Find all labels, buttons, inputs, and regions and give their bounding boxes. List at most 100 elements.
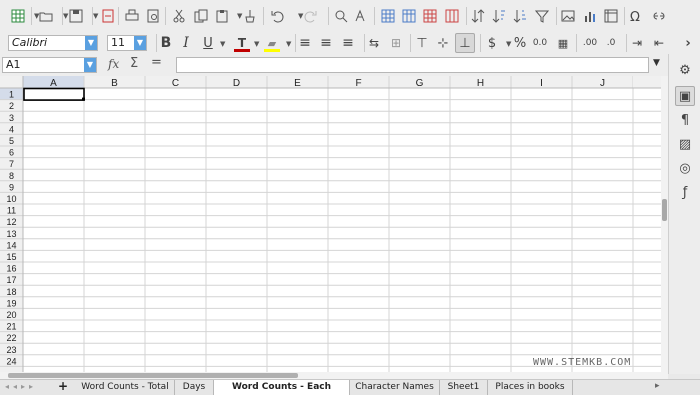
sheet-tab[interactable]: Word Counts - Total: [76, 380, 175, 395]
font-name-box[interactable]: Calibri ▼: [8, 35, 98, 51]
row-header-16[interactable]: 16: [6, 264, 16, 274]
column-header-i[interactable]: I: [540, 78, 543, 89]
row-header-23[interactable]: 23: [6, 345, 16, 355]
row-header-20[interactable]: 20: [6, 310, 16, 320]
chevron-down-icon[interactable]: ▼: [254, 40, 259, 48]
pivot-table-icon[interactable]: [601, 6, 621, 26]
tab-navigation-icons[interactable]: ◂◂▸▸: [5, 382, 37, 391]
sort-ascending-icon[interactable]: [489, 6, 509, 26]
selected-cell-cursor[interactable]: [23, 87, 85, 101]
sort-icon[interactable]: [468, 6, 488, 26]
remove-decimal-icon[interactable]: .0: [601, 33, 621, 53]
special-character-icon[interactable]: Ω: [627, 6, 647, 26]
expand-formula-bar-icon[interactable]: ▼: [653, 58, 660, 68]
row-header-11[interactable]: 11: [7, 206, 16, 216]
column-header-d[interactable]: D: [233, 78, 240, 89]
row-header-9[interactable]: 9: [9, 182, 14, 192]
vertical-scroll-thumb[interactable]: [662, 199, 667, 221]
number-format-icon[interactable]: 0.0: [530, 33, 550, 53]
bold-icon[interactable]: B: [156, 33, 176, 53]
decrease-indent-icon[interactable]: ⇤: [649, 33, 669, 53]
row-header-21[interactable]: 21: [6, 322, 16, 332]
chevron-down-icon[interactable]: ▼: [34, 12, 39, 20]
properties-icon[interactable]: ▣: [675, 86, 695, 106]
spelling-icon[interactable]: [351, 6, 371, 26]
column-icon[interactable]: [399, 6, 419, 26]
column-header-h[interactable]: H: [477, 78, 484, 89]
cell-grid[interactable]: A B C D E F G H I J123456789101112131415161718192…: [0, 76, 668, 372]
chevron-down-icon[interactable]: ▼: [506, 40, 511, 48]
horizontal-scrollbar[interactable]: [0, 372, 668, 379]
column-header-b[interactable]: B: [111, 78, 118, 89]
sum-button[interactable]: Σ: [130, 56, 138, 71]
row-header-2[interactable]: 2: [9, 101, 14, 111]
add-sheet-button[interactable]: +: [58, 379, 68, 393]
sheet-tab[interactable]: Days: [175, 380, 214, 395]
column-header-f[interactable]: F: [355, 78, 361, 89]
sheet-tab[interactable]: Character Names: [350, 380, 440, 395]
print-icon[interactable]: [122, 6, 142, 26]
percent-icon[interactable]: %: [510, 33, 530, 53]
sheet-tab[interactable]: Sheet1: [440, 380, 488, 395]
cut-icon[interactable]: [169, 6, 189, 26]
row-header-3[interactable]: 3: [9, 113, 14, 123]
align-bottom-icon[interactable]: ⊥: [455, 33, 475, 53]
chevron-down-icon[interactable]: ▼: [63, 12, 68, 20]
add-decimal-icon[interactable]: .00: [580, 33, 600, 53]
delete-row-icon[interactable]: [442, 6, 462, 26]
row-header-1[interactable]: 1: [9, 90, 14, 100]
column-header-g[interactable]: G: [416, 78, 424, 89]
wrap-text-icon[interactable]: ⇆: [364, 33, 384, 53]
row-icon[interactable]: [378, 6, 398, 26]
clone-formatting-icon[interactable]: [240, 6, 260, 26]
print-preview-icon[interactable]: [143, 6, 163, 26]
chevron-down-icon[interactable]: ▼: [237, 12, 242, 20]
align-top-icon[interactable]: ⊤: [412, 33, 432, 53]
align-center-icon[interactable]: ≡: [316, 33, 336, 53]
underline-icon[interactable]: U: [198, 33, 218, 53]
vertical-scrollbar[interactable]: [661, 76, 668, 372]
font-size-box[interactable]: 11 ▼: [107, 35, 147, 51]
insert-chart-icon[interactable]: [580, 6, 600, 26]
row-header-10[interactable]: 10: [6, 194, 16, 204]
insert-row-icon[interactable]: [420, 6, 440, 26]
column-header-a[interactable]: A: [50, 78, 57, 89]
functions-icon[interactable]: ƒ: [675, 182, 695, 202]
currency-icon[interactable]: $: [482, 33, 502, 53]
row-header-22[interactable]: 22: [6, 333, 16, 343]
name-box[interactable]: A1 ▼: [2, 57, 97, 73]
row-header-24[interactable]: 24: [6, 356, 16, 366]
italic-icon[interactable]: I: [176, 33, 196, 53]
row-header-17[interactable]: 17: [6, 275, 16, 285]
column-header-e[interactable]: E: [294, 78, 301, 89]
export-pdf-icon[interactable]: [98, 6, 118, 26]
row-header-4[interactable]: 4: [9, 124, 14, 134]
chevron-down-icon[interactable]: ▼: [134, 36, 146, 50]
chevron-down-icon[interactable]: ▼: [85, 36, 97, 50]
column-header-c[interactable]: C: [172, 78, 179, 89]
formula-button[interactable]: =: [151, 55, 162, 70]
insert-image-icon[interactable]: [558, 6, 578, 26]
increase-indent-icon[interactable]: ⇥: [627, 33, 647, 53]
navigator-icon[interactable]: ◎: [675, 158, 695, 178]
row-header-15[interactable]: 15: [6, 252, 16, 262]
row-header-19[interactable]: 19: [6, 298, 16, 308]
tab-scroll-right-icon[interactable]: ▸: [655, 381, 660, 391]
row-header-7[interactable]: 7: [9, 159, 14, 169]
sheet-tab[interactable]: Places in books: [488, 380, 573, 395]
align-right-icon[interactable]: ≡: [338, 33, 358, 53]
save-icon[interactable]: [66, 6, 86, 26]
chevron-down-icon[interactable]: ▼: [220, 40, 225, 48]
find-replace-icon[interactable]: [331, 6, 351, 26]
row-header-18[interactable]: 18: [6, 287, 16, 297]
row-header-12[interactable]: 12: [6, 217, 16, 227]
more-options-icon[interactable]: ›: [678, 33, 698, 53]
sidebar-settings-icon[interactable]: ⚙: [675, 60, 695, 80]
new-spreadsheet-icon[interactable]: [8, 6, 28, 26]
formula-input[interactable]: [176, 57, 649, 73]
spreadsheet-grid[interactable]: A B C D E F G H I J 1 2 3 4 5 6 7 8 9 10 11 12 13 14 15 16 17 18 19 2…: [0, 76, 668, 372]
align-left-icon[interactable]: ≡: [295, 33, 315, 53]
align-middle-icon[interactable]: ⊹: [433, 33, 453, 53]
undo-icon[interactable]: [267, 6, 287, 26]
column-header-j[interactable]: J: [600, 78, 605, 89]
